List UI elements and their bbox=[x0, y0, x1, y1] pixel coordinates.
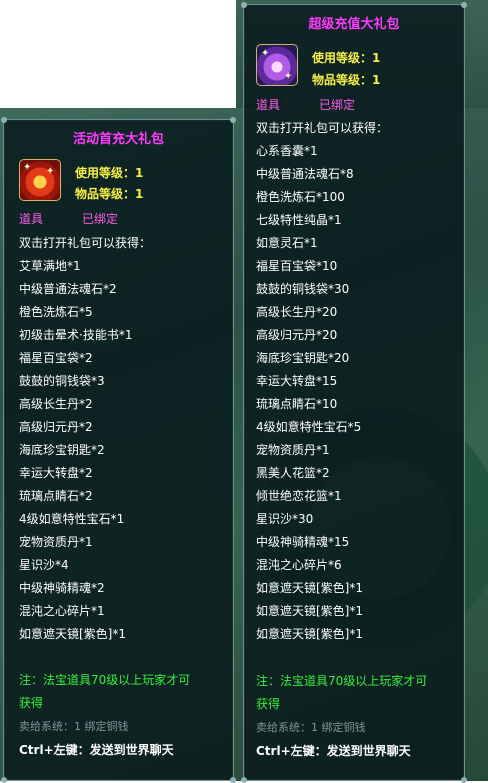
list-item: 橙色洗炼石*100 bbox=[256, 190, 345, 204]
item-type: 道具 bbox=[19, 212, 44, 226]
corner-ornament bbox=[461, 2, 467, 8]
list-item: 如意遮天镜[紫色]*1 bbox=[256, 581, 363, 595]
list-item: 高级长生丹*2 bbox=[19, 397, 93, 411]
list-item: 艾草满地*1 bbox=[19, 259, 81, 273]
first-recharge-gift-tooltip: 活动首充大礼包 ✦ ✦ 使用等级：1 物品等级：1 道具 已绑定 双击打开礼包可… bbox=[1, 117, 236, 783]
list-item: 如意遮天镜[紫色]*1 bbox=[256, 604, 363, 618]
list-item: 高级归元丹*2 bbox=[19, 420, 93, 434]
list-item: 星识沙*4 bbox=[19, 558, 69, 572]
list-item: 福星百宝袋*2 bbox=[19, 351, 93, 365]
bind-status: 已绑定 bbox=[82, 212, 119, 226]
corner-ornament bbox=[241, 2, 247, 8]
list-item: 宠物资质丹*1 bbox=[256, 443, 330, 457]
restriction-note-cont: 获得 bbox=[19, 696, 44, 710]
open-hint: 双击打开礼包可以获得： bbox=[256, 121, 389, 135]
list-item: 鼓鼓的铜钱袋*3 bbox=[19, 374, 105, 388]
list-item: 琉璃点睛石*2 bbox=[19, 489, 93, 503]
corner-ornament bbox=[461, 777, 467, 783]
list-item: 黑美人花篮*2 bbox=[256, 466, 330, 480]
list-item: 混沌之心碎片*6 bbox=[256, 558, 342, 572]
list-item: 4级如意特性宝石*5 bbox=[256, 420, 362, 434]
use-level: 使用等级：1 bbox=[75, 166, 144, 180]
list-item: 七级特性纯晶*1 bbox=[256, 213, 342, 227]
use-level: 使用等级：1 bbox=[312, 51, 381, 65]
gift-box-icon: ✦ ✦ bbox=[19, 159, 61, 201]
list-item: 海底珍宝钥匙*20 bbox=[256, 351, 350, 365]
open-hint: 双击打开礼包可以获得： bbox=[19, 236, 152, 250]
list-item: 鼓鼓的铜钱袋*30 bbox=[256, 282, 350, 296]
list-item: 橙色洗炼石*5 bbox=[19, 305, 93, 319]
item-level: 物品等级：1 bbox=[75, 187, 144, 201]
list-item: 海底珍宝钥匙*2 bbox=[19, 443, 105, 457]
corner-ornament bbox=[241, 777, 247, 783]
list-item: 如意遮天镜[紫色]*1 bbox=[256, 627, 363, 641]
corner-ornament bbox=[1, 117, 7, 123]
restriction-note-cont: 获得 bbox=[256, 697, 281, 711]
list-item: 4级如意特性宝石*1 bbox=[19, 512, 125, 526]
restriction-note: 注：法宝道具70级以上玩家才可 bbox=[19, 673, 191, 687]
list-item: 宠物资质丹*1 bbox=[19, 535, 93, 549]
send-to-chat-hint: Ctrl+左键：发送到世界聊天 bbox=[256, 744, 411, 758]
corner-ornament bbox=[1, 777, 7, 783]
super-recharge-gift-tooltip: 超级充值大礼包 ✦ ✦ 使用等级：1 物品等级：1 道具 已绑定 双击打开礼包可… bbox=[241, 2, 467, 783]
list-item: 福星百宝袋*10 bbox=[256, 259, 338, 273]
send-to-chat-hint: Ctrl+左键：发送到世界聊天 bbox=[19, 743, 174, 757]
list-item: 心系香囊*1 bbox=[256, 144, 318, 158]
list-item: 中级普通法魂石*2 bbox=[19, 282, 117, 296]
list-item: 中级神骑精魂*2 bbox=[19, 581, 105, 595]
list-item: 星识沙*30 bbox=[256, 512, 314, 526]
list-item: 幸运大转盘*15 bbox=[256, 374, 338, 388]
list-item: 如意灵石*1 bbox=[256, 236, 318, 250]
corner-ornament bbox=[230, 117, 236, 123]
item-type: 道具 bbox=[256, 98, 281, 112]
sell-price: 卖给系统：1 绑定铜钱 bbox=[19, 720, 129, 733]
list-item: 中级神骑精魂*15 bbox=[256, 535, 350, 549]
list-item: 高级长生丹*20 bbox=[256, 305, 338, 319]
list-item: 幸运大转盘*2 bbox=[19, 466, 93, 480]
item-level: 物品等级：1 bbox=[312, 73, 381, 87]
list-item: 高级归元丹*20 bbox=[256, 328, 338, 342]
restriction-note: 注：法宝道具70级以上玩家才可 bbox=[256, 674, 428, 688]
list-item: 倾世绝恋花篮*1 bbox=[256, 489, 342, 503]
list-item: 初级击晕术·技能书*1 bbox=[19, 328, 133, 342]
list-item: 中级普通法魂石*8 bbox=[256, 167, 354, 181]
list-item: 混沌之心碎片*1 bbox=[19, 604, 105, 618]
list-item: 琉璃点睛石*10 bbox=[256, 397, 338, 411]
tooltip-title: 活动首充大礼包 bbox=[72, 132, 164, 147]
bind-status: 已绑定 bbox=[319, 98, 356, 112]
corner-ornament bbox=[230, 777, 236, 783]
tooltip-title: 超级充值大礼包 bbox=[308, 17, 400, 32]
sell-price: 卖给系统：1 绑定铜钱 bbox=[256, 721, 366, 734]
gift-box-icon: ✦ ✦ bbox=[256, 44, 298, 86]
list-item: 如意遮天镜[紫色]*1 bbox=[19, 627, 126, 641]
